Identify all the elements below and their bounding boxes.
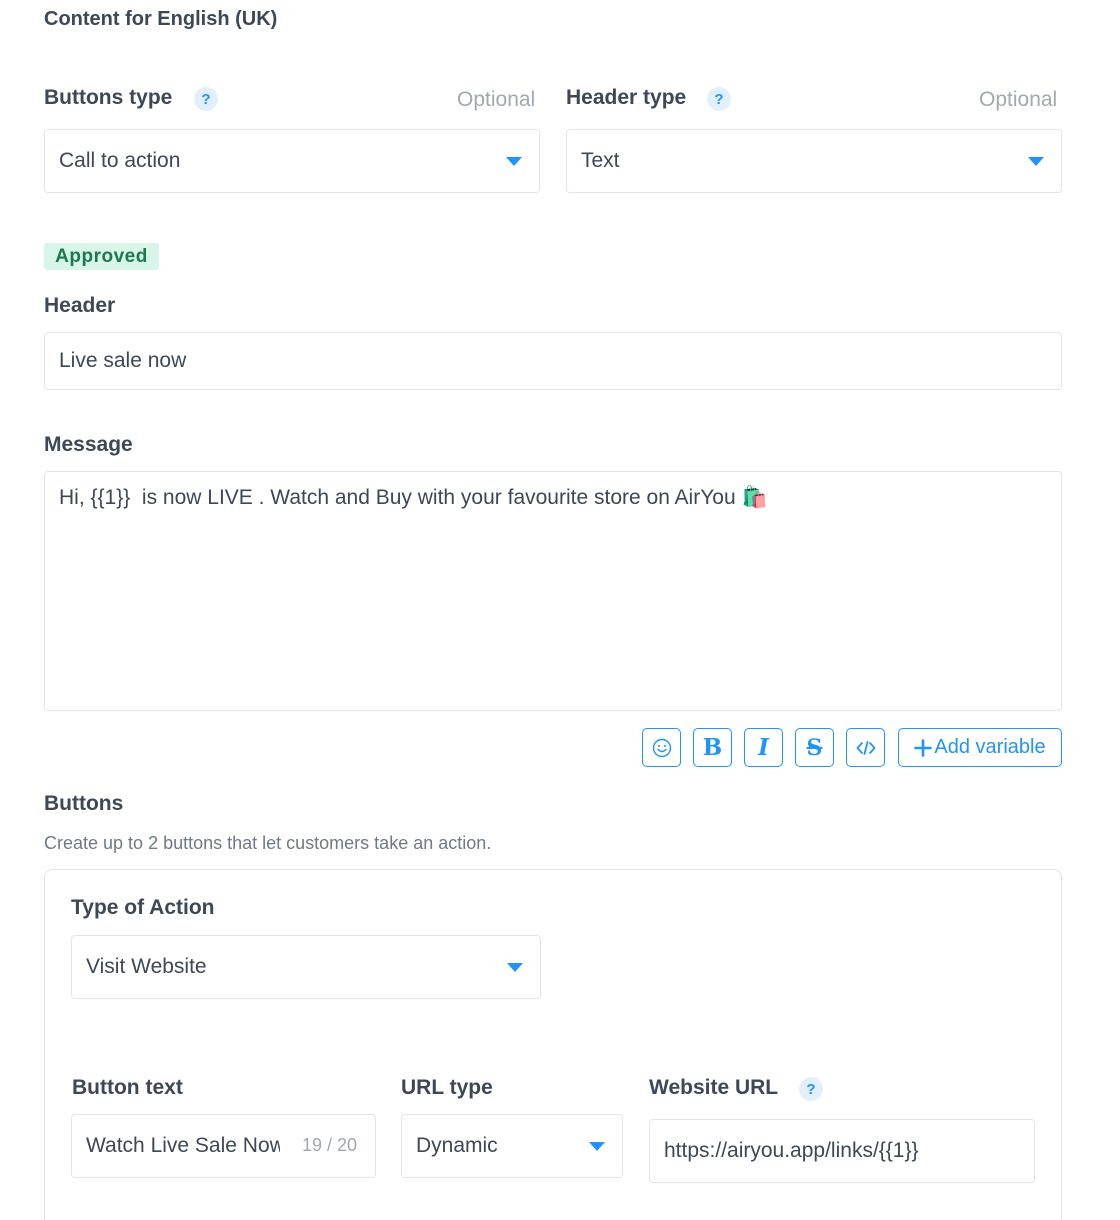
url-type-value: Dynamic — [416, 1134, 498, 1157]
website-url-value: https://airyou.app/links/{{1}} — [664, 1139, 919, 1162]
buttons-section-hint: Create up to 2 buttons that let customer… — [44, 833, 492, 853]
strikethrough-button[interactable]: S — [795, 728, 834, 767]
smiley-icon — [652, 738, 671, 757]
button-text-value: Watch Live Sale Now — [86, 1134, 280, 1157]
code-button[interactable] — [846, 728, 885, 767]
buttons-type-help-icon[interactable]: ? — [194, 87, 218, 111]
button-text-label: Button text — [72, 1076, 183, 1099]
type-of-action-select[interactable]: Visit Website — [71, 935, 541, 999]
button-action-card: Type of Action Visit Website Button text… — [44, 869, 1062, 1220]
url-type-label: URL type — [401, 1076, 493, 1099]
buttons-type-optional: Optional — [457, 88, 536, 111]
bold-icon: B — [702, 734, 723, 761]
plus-icon — [914, 738, 933, 757]
message-text: Hi, {{1}} is now LIVE . Watch and Buy wi… — [59, 486, 768, 509]
header-type-help-icon[interactable]: ? — [707, 87, 731, 111]
url-type-select[interactable]: Dynamic — [401, 1114, 623, 1178]
website-url-help-icon[interactable]: ? — [799, 1077, 823, 1101]
header-type-value: Text — [581, 149, 620, 172]
strikethrough-icon: S — [806, 734, 823, 761]
emoji-button[interactable] — [642, 728, 681, 767]
type-of-action-value: Visit Website — [86, 955, 207, 978]
button-text-input[interactable]: Watch Live Sale Now 19 / 20 — [71, 1114, 376, 1178]
website-url-input[interactable]: https://airyou.app/links/{{1}} — [649, 1119, 1035, 1183]
button-text-counter: 19 / 20 — [301, 1135, 357, 1155]
website-url-label: Website URL — [649, 1076, 779, 1099]
status-badge: Approved — [44, 243, 159, 270]
header-label: Header — [44, 294, 116, 317]
message-textarea[interactable]: Hi, {{1}} is now LIVE . Watch and Buy wi… — [44, 471, 1062, 711]
header-type-label: Header type — [566, 86, 687, 109]
header-type-optional: Optional — [979, 88, 1058, 111]
buttons-type-select[interactable]: Call to action — [44, 129, 540, 193]
chevron-down-icon — [1028, 157, 1044, 166]
add-variable-label: Add variable — [934, 736, 1046, 758]
chevron-down-icon — [589, 1142, 605, 1151]
italic-icon: I — [758, 734, 769, 761]
type-of-action-label: Type of Action — [71, 896, 215, 919]
header-type-select[interactable]: Text — [566, 129, 1062, 193]
add-variable-button[interactable]: Add variable — [898, 728, 1062, 767]
buttons-type-label: Buttons type — [44, 86, 173, 109]
message-label: Message — [44, 433, 133, 456]
header-input[interactable]: Live sale now — [44, 332, 1062, 390]
code-icon — [856, 740, 875, 755]
buttons-type-value: Call to action — [59, 149, 181, 172]
chevron-down-icon — [506, 157, 522, 166]
buttons-section-title: Buttons — [44, 792, 124, 815]
bold-button[interactable]: B — [693, 728, 732, 767]
page-title: Content for English (UK) — [44, 8, 278, 30]
chevron-down-icon — [507, 963, 523, 972]
italic-button[interactable]: I — [744, 728, 783, 767]
header-input-value: Live sale now — [59, 349, 187, 372]
